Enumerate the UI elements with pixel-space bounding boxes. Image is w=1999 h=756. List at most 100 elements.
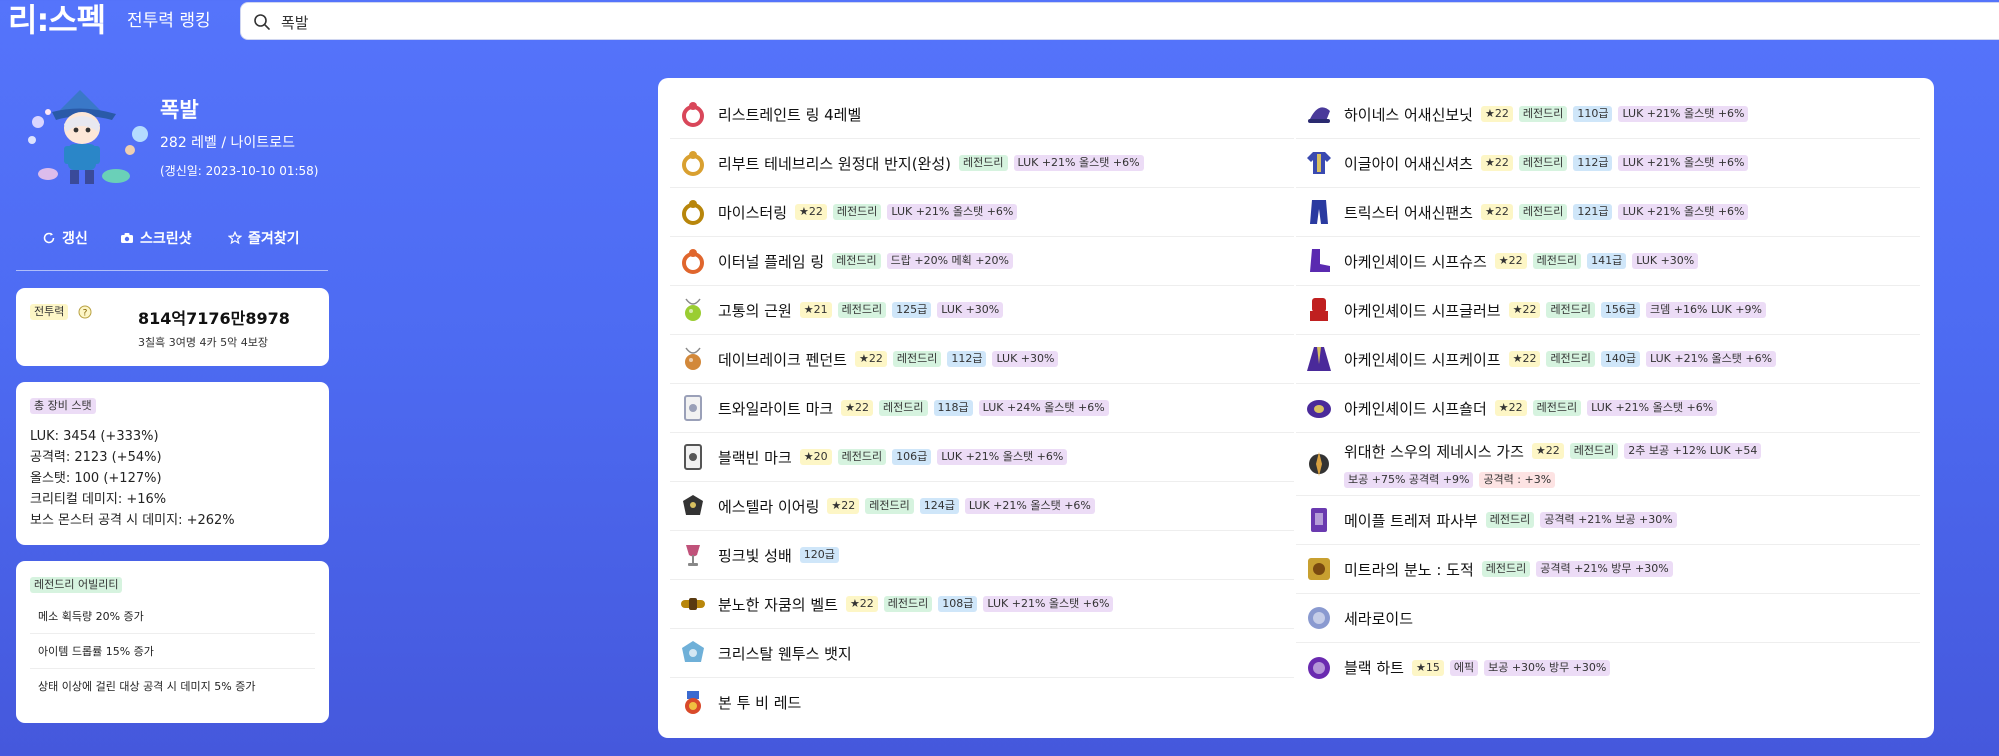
equipment-name: 미트라의 분노 : 도적 (1344, 560, 1474, 579)
equipment-details: 블랙 하트 ★15 에픽 보공 +30% 방무 +30% (1344, 657, 1611, 678)
character-avatar (28, 90, 148, 184)
equipment-details: 미트라의 분노 : 도적 레전드리 공격력 +21% 방무 +30% (1344, 559, 1673, 580)
equipment-row[interactable]: 리스트레인트 링 4레벨 (670, 90, 1294, 139)
nav-power-ranking[interactable]: 전투력 랭킹 (127, 9, 211, 33)
equipment-row[interactable]: 메이플 트레져 파사부 레전드리 공격력 +21% 보공 +30% (1296, 496, 1920, 545)
equipment-row[interactable]: 트와일라이트 마크 ★22 레전드리 118급 LUK +24% 올스탯 +6% (670, 384, 1294, 433)
potential-options-badge: LUK +21% 올스탯 +6% (1618, 204, 1749, 220)
site-logo[interactable]: 리:스펙 (8, 2, 106, 38)
potential-grade-badge: 레전드리 (1546, 351, 1595, 367)
equipment-name: 핑크빛 성배 (718, 546, 792, 565)
equipment-row[interactable]: 데이브레이크 펜던트 ★22 레전드리 112급 LUK +30% (670, 335, 1294, 384)
equipment-details: 마이스터링 ★22 레전드리 LUK +21% 올스탯 +6% (718, 202, 1018, 223)
equipment-row[interactable]: 핑크빛 성배 120급 (670, 531, 1294, 580)
equipment-details: 트릭스터 어새신팬츠 ★22 레전드리 121급 LUK +21% 올스탯 +6% (1344, 202, 1749, 223)
equipment-name: 아케인셰이드 시프숄더 (1344, 399, 1487, 418)
equipment-row[interactable]: 아케인셰이드 시프케이프 ★22 레전드리 140급 LUK +21% 올스탯 +6% (1296, 335, 1920, 384)
star-force-badge: ★22 (1480, 155, 1513, 171)
equipment-row[interactable]: 이글아이 어새신셔츠 ★22 레전드리 112급 LUK +21% 올스탯 +6% (1296, 139, 1920, 188)
potential-grade-badge: 레전드리 (1485, 512, 1535, 528)
potential-grade-badge: 레전드리 (892, 351, 942, 367)
chalice-icon (686, 545, 700, 566)
equipment-row[interactable]: 아케인셰이드 시프글러브 ★22 레전드리 156급 크뎀 +16% LUK +9% (1296, 286, 1920, 335)
equipment-name: 아케인셰이드 시프슈즈 (1344, 252, 1487, 271)
shirt-icon (1307, 152, 1331, 174)
item-rank-badge: 156급 (1600, 302, 1641, 318)
potential-grade-badge: 레전드리 (1546, 302, 1595, 318)
equipment-row[interactable]: 이터널 플레임 링 레전드리 드랍 +20% 메획 +20% (670, 237, 1294, 286)
potential-grade-badge: 레전드리 (1481, 561, 1531, 577)
refresh-icon (43, 232, 55, 244)
glove-icon (1310, 298, 1328, 321)
equipment-row[interactable]: 본 투 비 레드 (670, 678, 1294, 727)
equipment-details: 리부트 테네브리스 원정대 반지(완성) 레전드리 LUK +21% 올스탯 +6% (718, 153, 1144, 174)
stats-list: LUK: 3454 (+333%) 공격력: 2123 (+54%) 올스탯: … (30, 426, 235, 531)
potential-options-badge: 공격력 +21% 방무 +30% (1536, 561, 1673, 577)
refresh-label: 갱신 (62, 231, 88, 247)
equipment-details: 세라로이드 (1344, 608, 1415, 629)
potential-grade-badge: 레전드리 (832, 253, 881, 269)
equipment-details: 블랙빈 마크 ★20 레전드리 106급 LUK +21% 올스탯 +6% (718, 447, 1068, 468)
star-force-badge: ★22 (854, 351, 887, 367)
profile-divider (16, 270, 328, 271)
badge-icon (682, 641, 704, 662)
equipment-row[interactable]: 분노한 자쿰의 벨트 ★22 레전드리 108급 LUK +21% 올스탯 +6% (670, 580, 1294, 629)
potential-options-badge: 드랍 +20% 메획 +20% (886, 253, 1013, 269)
equipment-name: 아케인셰이드 시프글러브 (1344, 301, 1501, 320)
item-rank-badge: 106급 (892, 449, 932, 465)
item-rank-badge: 112급 (947, 351, 987, 367)
potential-options-badge: LUK +21% 올스탯 +6% (1013, 155, 1144, 171)
star-force-badge: ★22 (841, 400, 874, 416)
emblem-icon (1308, 558, 1330, 580)
equipment-details: 메이플 트레져 파사부 레전드리 공격력 +21% 보공 +30% (1344, 510, 1677, 531)
equipment-name: 세라로이드 (1344, 609, 1414, 628)
weapon-icon (1309, 452, 1329, 476)
search-input[interactable] (281, 9, 881, 35)
favorite-button[interactable]: 즐겨찾기 (228, 228, 300, 248)
star-force-badge: ★21 (799, 302, 832, 318)
equipment-details: 아케인셰이드 시프숄더 ★22 레전드리 LUK +21% 올스탯 +6% (1344, 398, 1718, 419)
belt-icon (681, 598, 705, 610)
equipment-panel: 리스트레인트 링 4레벨리부트 테네브리스 원정대 반지(완성) 레전드리 LUK … (658, 78, 1934, 738)
equipment-row[interactable]: 블랙빈 마크 ★20 레전드리 106급 LUK +21% 올스탯 +6% (670, 433, 1294, 482)
equipment-row[interactable]: 블랙 하트 ★15 에픽 보공 +30% 방무 +30% (1296, 643, 1920, 692)
equipment-row[interactable]: 아케인셰이드 시프숄더 ★22 레전드리 LUK +21% 올스탯 +6% (1296, 384, 1920, 433)
equipment-row[interactable]: 하이네스 어새신보닛 ★22 레전드리 110급 LUK +21% 올스탯 +6% (1296, 90, 1920, 139)
additional-options-badge: 보공 +75% 공격력 +9% (1344, 471, 1474, 488)
equipment-name: 트릭스터 어새신팬츠 (1344, 203, 1473, 222)
refresh-button[interactable]: 갱신 (42, 228, 88, 248)
equipment-row[interactable]: 리부트 테네브리스 원정대 반지(완성) 레전드리 LUK +21% 올스탯 +6% (670, 139, 1294, 188)
ability-list: 메소 획득량 20% 증가 아이템 드롭률 15% 증가 상태 이상에 걸린 대… (30, 599, 315, 704)
equipment-row[interactable]: 트릭스터 어새신팬츠 ★22 레전드리 121급 LUK +21% 올스탯 +6% (1296, 188, 1920, 237)
equipment-row[interactable]: 아케인셰이드 시프슈즈 ★22 레전드리 141급 LUK +30% (1296, 237, 1920, 286)
star-force-badge: ★20 (799, 449, 832, 465)
item-rank-badge: 121급 (1573, 204, 1613, 220)
equipment-details: 이글아이 어새신셔츠 ★22 레전드리 112급 LUK +21% 올스탯 +6% (1344, 153, 1749, 174)
equipment-name: 데이브레이크 펜던트 (718, 350, 847, 369)
equipment-row[interactable]: 미트라의 분노 : 도적 레전드리 공격력 +21% 방무 +30% (1296, 545, 1920, 594)
equipment-row[interactable]: 세라로이드 (1296, 594, 1920, 643)
ability-label: 레전드리 어빌리티 (30, 577, 123, 593)
total-stats-label: 총 장비 스탯 (30, 398, 96, 414)
search-box[interactable] (240, 2, 1999, 40)
item-rank-badge: 118급 (933, 400, 973, 416)
help-icon[interactable]: ? (78, 305, 92, 319)
potential-options-badge: LUK +21% 올스탯 +6% (1587, 400, 1718, 416)
star-force-badge: ★15 (1411, 659, 1444, 676)
equipment-row[interactable]: 에스텔라 이어링 ★22 레전드리 124급 LUK +21% 올스탯 +6% (670, 482, 1294, 531)
equipment-row[interactable]: 고통의 근원 ★21 레전드리 125급 LUK +30% (670, 286, 1294, 335)
star-force-badge: ★22 (1494, 253, 1527, 269)
equipment-row[interactable]: 마이스터링 ★22 레전드리 LUK +21% 올스탯 +6% (670, 188, 1294, 237)
equipment-name: 에스텔라 이어링 (718, 497, 820, 516)
equipment-row[interactable]: 위대한 스우의 제네시스 가즈 ★22 레전드리 2추 보공 +12% LUK +54… (1296, 433, 1920, 496)
potential-options-badge: 공격력 +21% 보공 +30% (1540, 512, 1677, 528)
profile-actions: 갱신 스크린샷 즐겨찾기 (16, 222, 328, 258)
heart-icon (1308, 656, 1330, 679)
star-force-badge: ★22 (827, 498, 860, 514)
potential-grade-badge: 레전드리 (1569, 443, 1619, 459)
equipment-details: 하이네스 어새신보닛 ★22 레전드리 110급 LUK +21% 올스탯 +6% (1344, 104, 1749, 125)
potential-grade-badge: 레전드리 (883, 596, 933, 612)
equipment-details: 리스트레인트 링 4레벨 (718, 104, 863, 125)
screenshot-button[interactable]: 스크린샷 (120, 228, 192, 248)
equipment-row[interactable]: 크리스탈 웬투스 뱃지 (670, 629, 1294, 678)
